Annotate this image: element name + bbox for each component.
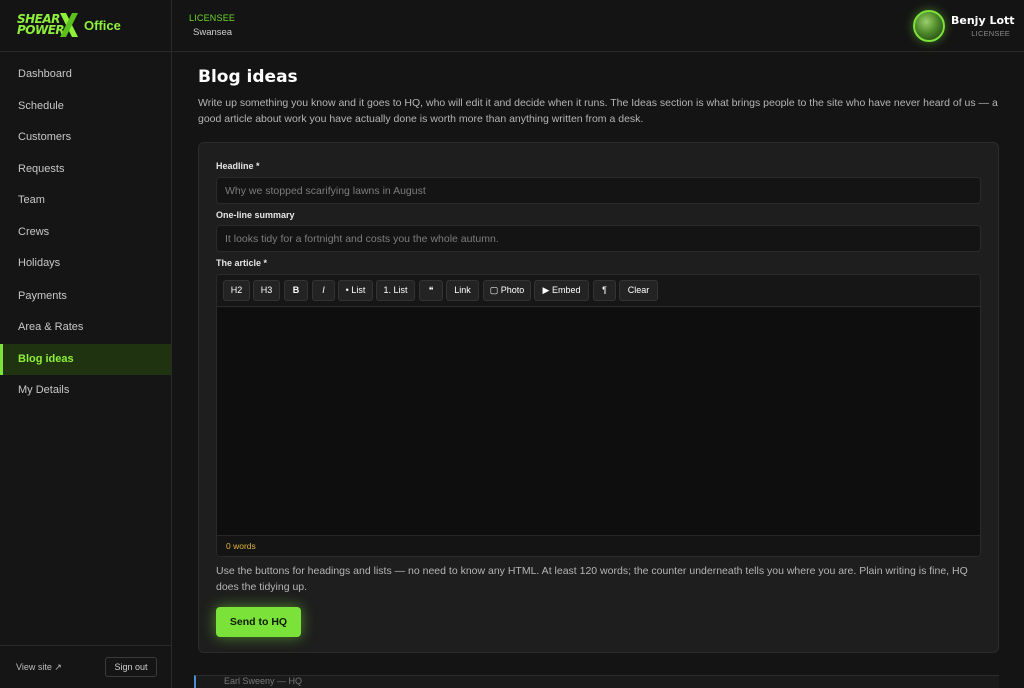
word-count: 0 words: [226, 541, 256, 551]
editor-help-text: Use the buttons for headings and lists —…: [216, 565, 968, 593]
sidebar-item-blog-ideas[interactable]: Blog ideas: [0, 344, 171, 375]
h3-button[interactable]: H3: [253, 280, 280, 301]
top-divider: [171, 0, 172, 52]
logo-x-mark: [60, 13, 78, 37]
sidebar-item-area-rates[interactable]: Area & Rates: [0, 312, 171, 343]
sidebar-divider: [0, 645, 171, 646]
word-count-bar: 0 words: [217, 535, 980, 556]
main-content: Blog ideas Write up something you know a…: [172, 52, 1024, 688]
paragraph-button[interactable]: ¶: [593, 280, 616, 301]
headline-input[interactable]: [216, 177, 981, 204]
summary-input[interactable]: [216, 225, 981, 252]
blog-form-card: Headline * One-line summary The article …: [198, 142, 999, 653]
bullet-list-button[interactable]: • List: [338, 280, 373, 301]
headline-label: Headline *: [216, 161, 260, 171]
sidebar-item-schedule[interactable]: Schedule: [0, 91, 171, 122]
h2-button[interactable]: H2: [223, 280, 250, 301]
editor-toolbar: H2 H3 B I • List 1. List ❝ Link ▢ Photo …: [217, 275, 980, 307]
italic-button[interactable]: I: [312, 280, 335, 301]
send-to-hq-button[interactable]: Send to HQ: [216, 607, 301, 637]
article-body-input[interactable]: [217, 308, 980, 535]
brand[interactable]: SHEAR POWER Office: [14, 12, 172, 40]
intro-text: Write up something you know and it goes …: [198, 97, 998, 125]
sidebar-item-dashboard[interactable]: Dashboard: [0, 59, 171, 90]
avatar[interactable]: [913, 10, 945, 42]
top-bar: SHEAR POWER Office LICENSEE Swansea Benj…: [0, 0, 1024, 52]
sidebar-item-requests[interactable]: Requests: [0, 154, 171, 185]
summary-label: One-line summary: [216, 210, 295, 220]
sidebar-item-customers[interactable]: Customers: [0, 122, 171, 153]
shear-power-logo: SHEAR POWER: [16, 12, 78, 38]
clear-button[interactable]: Clear: [619, 280, 658, 301]
sign-out-button[interactable]: Sign out: [105, 657, 157, 677]
licensee-tag: LICENSEE: [189, 13, 236, 23]
page-title: Blog ideas: [198, 67, 298, 87]
quote-button[interactable]: ❝: [419, 280, 443, 301]
user-name[interactable]: Benjy Lott: [951, 14, 1015, 27]
sidebar-item-holidays[interactable]: Holidays: [0, 248, 171, 279]
sidebar-item-payments[interactable]: Payments: [0, 281, 171, 312]
photo-button[interactable]: ▢ Photo: [483, 280, 531, 301]
previous-submission-text: Earl Sweeny — HQ: [224, 676, 303, 686]
view-site-link[interactable]: View site ↗: [16, 662, 62, 673]
embed-button[interactable]: ▶ Embed: [534, 280, 589, 301]
article-editor: H2 H3 B I • List 1. List ❝ Link ▢ Photo …: [216, 274, 981, 557]
previous-submission-peek: Earl Sweeny — HQ: [194, 675, 999, 688]
numbered-list-button[interactable]: 1. List: [376, 280, 415, 301]
licensee-location: Swansea: [193, 27, 233, 38]
sidebar-item-crews[interactable]: Crews: [0, 217, 171, 248]
article-label: The article *: [216, 258, 268, 268]
sidebar-item-my-details[interactable]: My Details: [0, 375, 171, 406]
link-button[interactable]: Link: [446, 280, 479, 301]
user-role: LICENSEE: [971, 29, 1010, 38]
sidebar: Dashboard Schedule Customers Requests Te…: [0, 52, 172, 688]
bold-button[interactable]: B: [284, 280, 308, 301]
sidebar-item-team[interactable]: Team: [0, 185, 171, 216]
office-label: Office: [84, 18, 121, 33]
